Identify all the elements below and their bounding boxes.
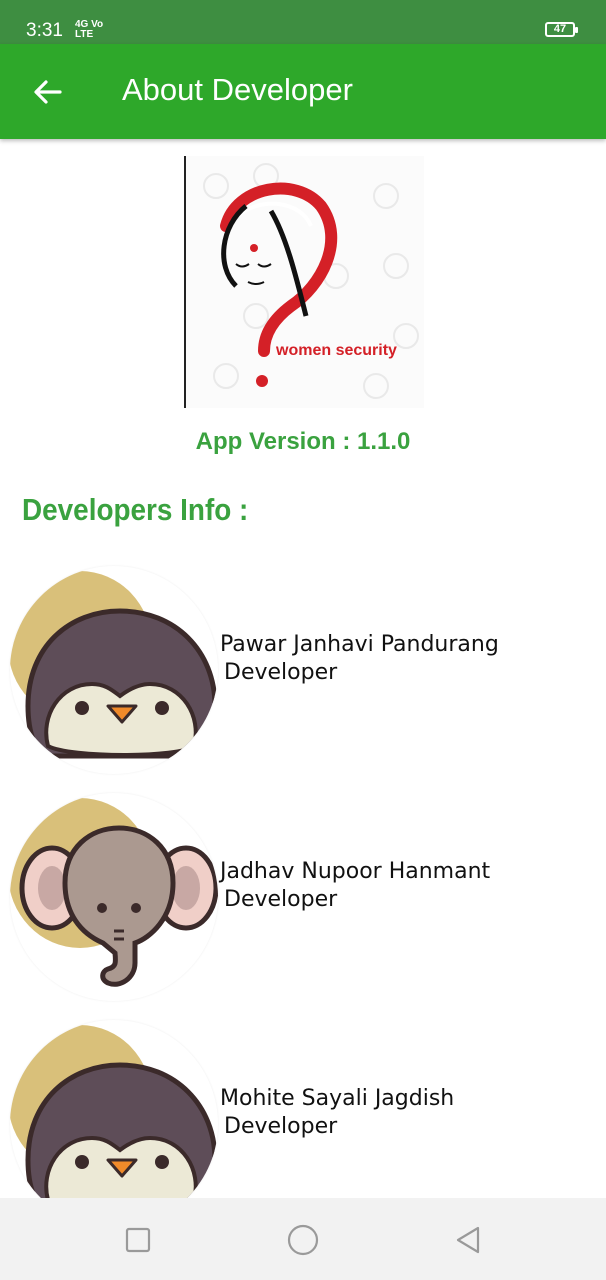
page-title: About Developer	[122, 72, 353, 107]
logo-graphic	[203, 163, 419, 399]
developer-name: Jadhav Nupoor Hanmant	[220, 859, 491, 884]
logo-text: women security	[276, 342, 397, 359]
arrow-back-icon[interactable]	[28, 72, 68, 112]
app-version: App Version : 1.1.0	[195, 428, 411, 455]
battery-icon: 47	[545, 22, 578, 37]
square-icon[interactable]	[118, 1220, 158, 1260]
app-logo: women security	[184, 156, 424, 408]
developer-role: Developer	[224, 660, 338, 685]
triangle-back-icon[interactable]	[448, 1220, 488, 1260]
status-time: 3:31	[26, 20, 63, 41]
circle-icon[interactable]	[283, 1220, 323, 1260]
elephant-icon	[10, 793, 218, 1001]
developer-card: Pawar Janhavi Pandurang Developer	[0, 566, 606, 776]
developer-card: Jadhav Nupoor Hanmant Developer	[0, 793, 606, 1003]
app-bar: About Developer	[0, 44, 606, 139]
penguin-icon	[10, 566, 218, 774]
penguin-icon	[10, 1020, 218, 1228]
network-lte: LTE	[75, 29, 94, 40]
status-bar: 3:31 4G Vo LTE 47	[0, 0, 606, 44]
developer-name: Mohite Sayali Jagdish	[220, 1086, 455, 1111]
developers-heading: Developers Info :	[22, 492, 249, 527]
developer-role: Developer	[224, 887, 338, 912]
navigation-bar	[0, 1198, 606, 1280]
network-indicator: 4G Vo LTE	[75, 20, 103, 40]
developer-name: Pawar Janhavi Pandurang	[220, 632, 499, 657]
developer-role: Developer	[224, 1114, 338, 1139]
